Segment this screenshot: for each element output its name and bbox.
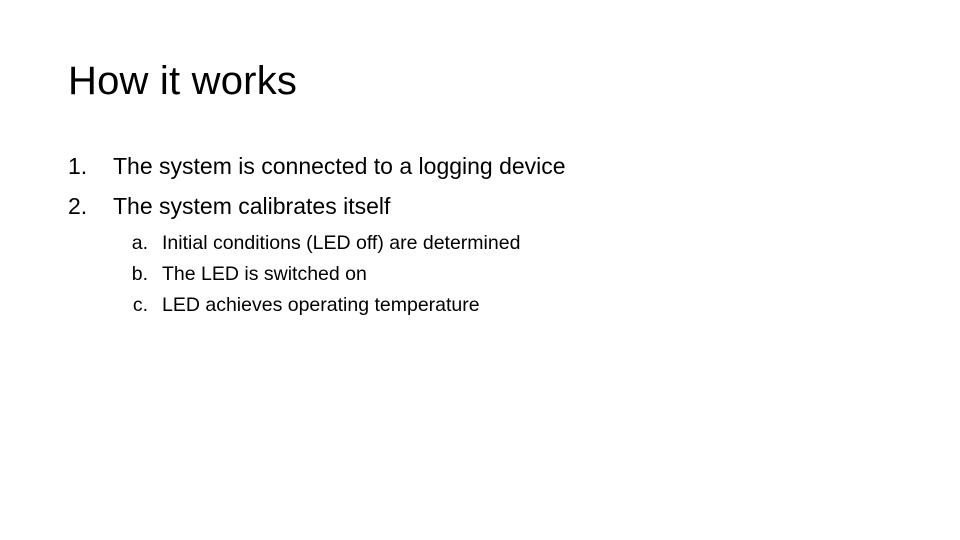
list-item-label: The system is connected to a logging dev… [113,153,566,179]
sublist-item-label: The LED is switched on [162,263,367,285]
sublist-item-marker: b. [131,263,148,285]
slide-canvas: How it works 1. The system is connected t… [0,0,960,540]
slide-body: 1. The system is connected to a logging d… [68,146,888,321]
sublist-item: c. LED achieves operating temperature [68,290,888,321]
list-item-marker: 1. [68,153,88,179]
sublist-item-label: LED achieves operating temperature [162,294,480,316]
lettered-sublist: a. Initial conditions (LED off) are deter… [68,228,888,321]
list-item: 1. The system is connected to a logging d… [68,146,888,186]
sublist-item: b. The LED is switched on [68,259,888,290]
list-item-label: The system calibrates itself [113,193,391,219]
list-item-marker: 2. [68,193,88,219]
sublist-item: a. Initial conditions (LED off) are deter… [68,228,888,259]
sublist-item-marker: c. [132,294,148,316]
sublist-item-marker: a. [131,232,148,254]
page-title: How it works [68,59,298,103]
numbered-list: 1. The system is connected to a logging d… [68,146,888,321]
sublist-item-label: Initial conditions (LED off) are determi… [162,232,521,254]
list-item: 2. The system calibrates itself a. Initial… [68,186,888,321]
